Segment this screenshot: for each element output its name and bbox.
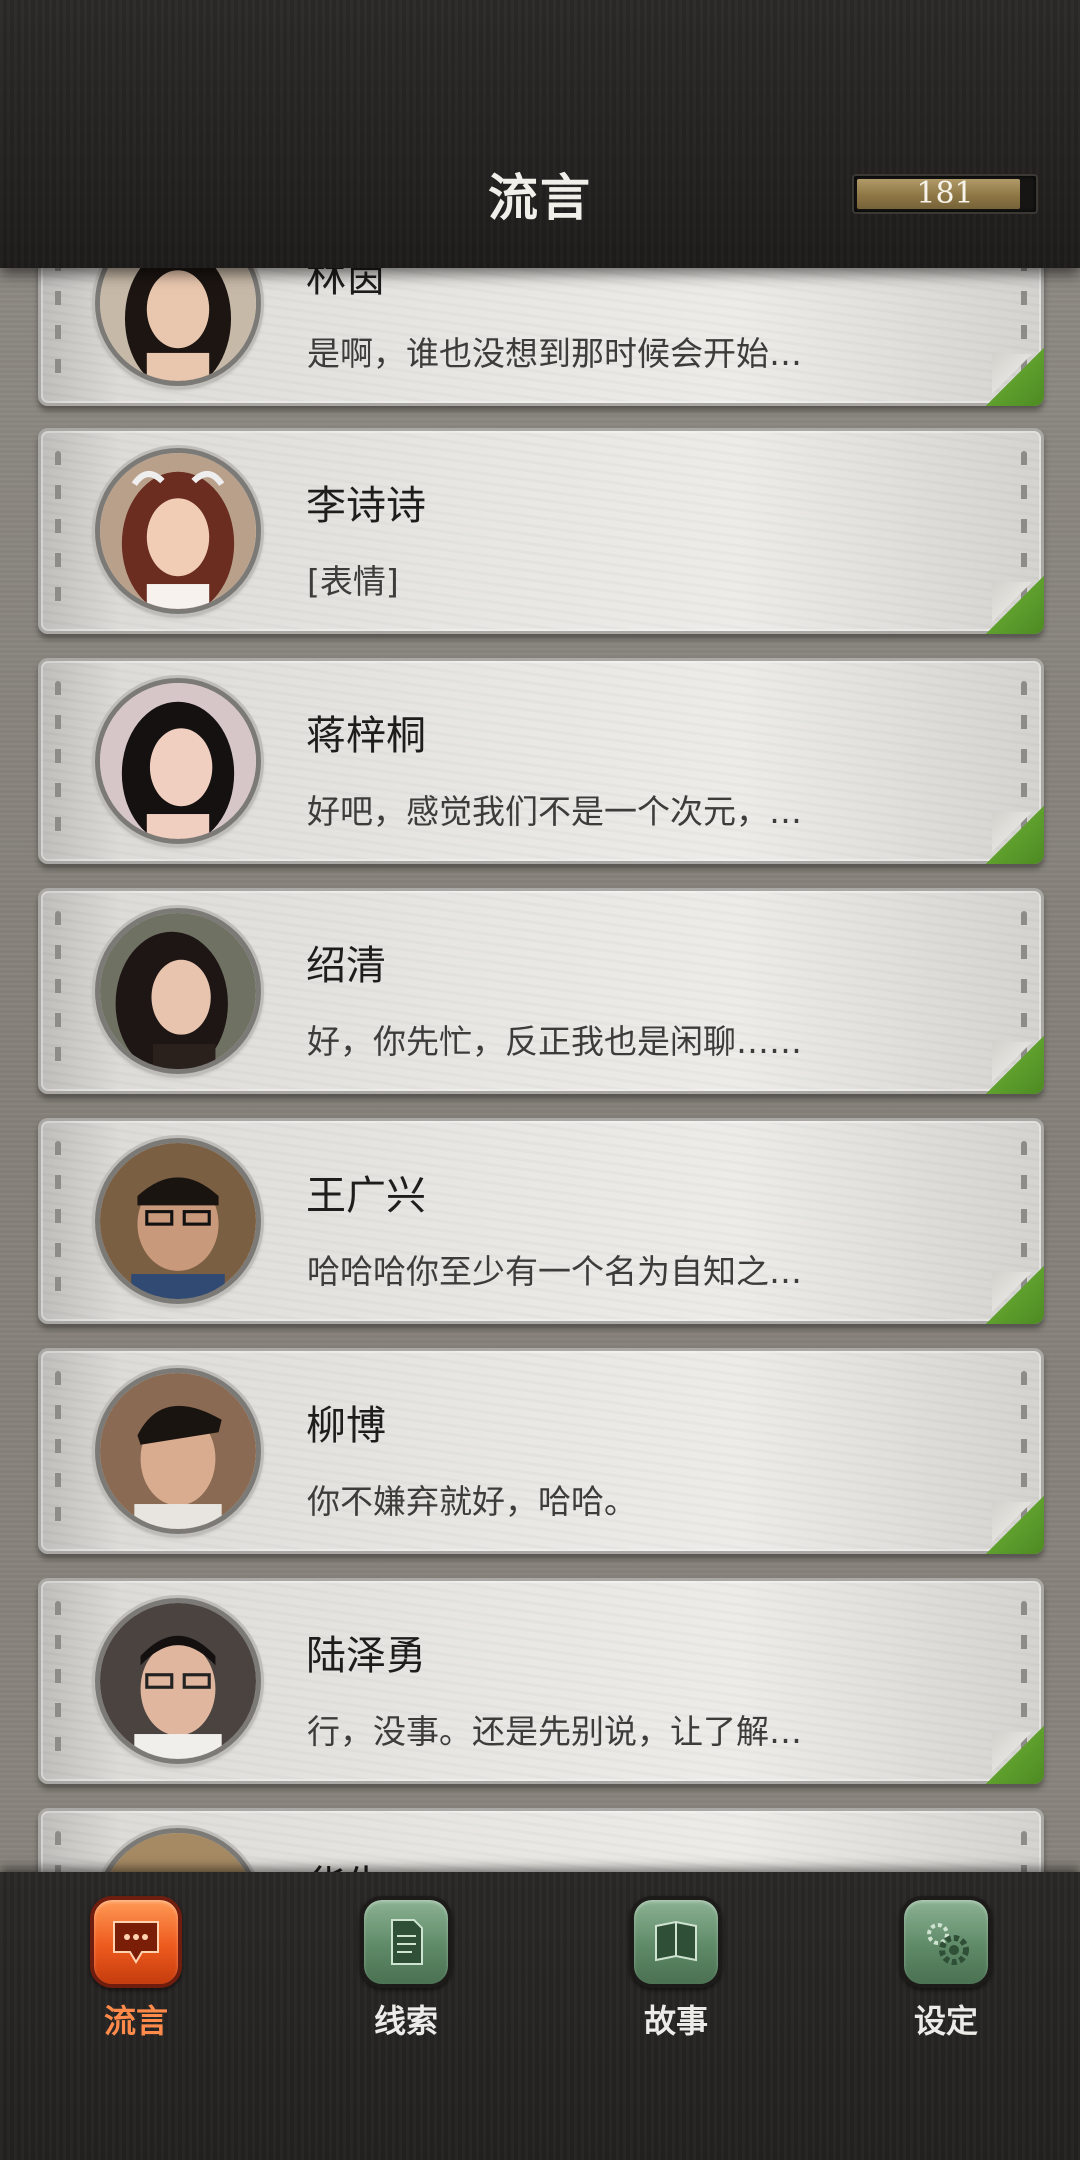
stitch-decoration <box>55 681 61 841</box>
stitch-decoration <box>55 1601 61 1761</box>
conversation-card[interactable]: 王广兴 哈哈哈你至少有一个名为自知之… <box>38 1118 1044 1324</box>
stitch-decoration <box>1021 1831 1027 1872</box>
gear-icon[interactable] <box>900 1896 992 1988</box>
tab-label: 设定 <box>913 2002 978 2040</box>
tab-label: 流言 <box>103 2002 168 2040</box>
page-curl-decoration <box>986 1266 1044 1324</box>
currency-value: 181 <box>916 176 974 211</box>
tab-clues[interactable]: 线索 <box>336 1896 476 2042</box>
message-preview: 好吧，感觉我们不是一个次元，… <box>307 792 802 831</box>
message-preview: [表情] <box>307 562 399 601</box>
contact-name: 华生 <box>306 1853 386 1872</box>
message-preview: 是啊，谁也没想到那时候会开始… <box>307 334 802 373</box>
conversation-card[interactable]: 绍清 好，你先忙，反正我也是闲聊…… <box>38 888 1044 1094</box>
page-curl-decoration <box>986 1496 1044 1554</box>
stitch-decoration <box>55 1831 61 1872</box>
book-icon[interactable] <box>630 1896 722 1988</box>
stitch-decoration <box>55 1141 61 1301</box>
conversation-card[interactable]: 蒋梓桐 好吧，感觉我们不是一个次元，… <box>38 658 1044 864</box>
contact-name: 李诗诗 <box>306 483 426 529</box>
tab-story[interactable]: 故事 <box>606 1896 746 2042</box>
page-curl-decoration <box>986 1726 1044 1784</box>
document-icon[interactable] <box>360 1896 452 1988</box>
conversation-card[interactable]: 陆泽勇 行，没事。还是先别说，让了解… <box>38 1578 1044 1784</box>
bottom-nav: 流言 线索 故事 设定 <box>0 1872 1080 2160</box>
avatar <box>95 908 261 1074</box>
conversation-card[interactable]: 柳博 你不嫌弃就好，哈哈。 <box>38 1348 1044 1554</box>
currency-counter: 181 <box>852 174 1038 214</box>
message-preview: 你不嫌弃就好，哈哈。 <box>307 1482 637 1521</box>
message-preview: 好，你先忙，反正我也是闲聊…… <box>307 1022 802 1061</box>
tab-settings[interactable]: 设定 <box>876 1896 1016 2042</box>
conversation-card[interactable]: 李诗诗 [表情] <box>38 428 1044 634</box>
message-preview: 哈哈哈你至少有一个名为自知之… <box>307 1252 802 1291</box>
contact-name: 陆泽勇 <box>306 1633 426 1679</box>
tab-label: 线索 <box>373 2002 438 2040</box>
avatar <box>95 448 261 614</box>
avatar <box>95 1138 261 1304</box>
chat-bubble-icon[interactable] <box>90 1896 182 1988</box>
contact-name: 王广兴 <box>306 1173 426 1219</box>
tab-rumors[interactable]: 流言 <box>66 1896 206 2042</box>
avatar <box>95 678 261 844</box>
contact-name: 柳博 <box>306 1403 386 1449</box>
contact-name: 绍清 <box>306 943 386 989</box>
stitch-decoration <box>55 1371 61 1531</box>
conversation-list[interactable]: 林茵 是啊，谁也没想到那时候会开始… 李诗诗 [表情] 蒋梓桐 好吧，感觉我们不… <box>0 0 1080 1872</box>
message-preview: 行，没事。还是先别说，让了解… <box>307 1712 802 1751</box>
avatar <box>95 1828 261 1872</box>
top-bar: 流言 181 <box>0 0 1080 268</box>
page-curl-decoration <box>986 1036 1044 1094</box>
page-curl-decoration <box>986 576 1044 634</box>
stitch-decoration <box>55 911 61 1071</box>
page-curl-decoration <box>986 806 1044 864</box>
avatar <box>95 1368 261 1534</box>
stitch-decoration <box>55 451 61 611</box>
contact-name: 蒋梓桐 <box>306 713 426 759</box>
tab-label: 故事 <box>643 2002 708 2040</box>
conversation-card[interactable]: 华生 <box>38 1808 1044 1872</box>
avatar <box>95 1598 261 1764</box>
page-curl-decoration <box>986 348 1044 406</box>
